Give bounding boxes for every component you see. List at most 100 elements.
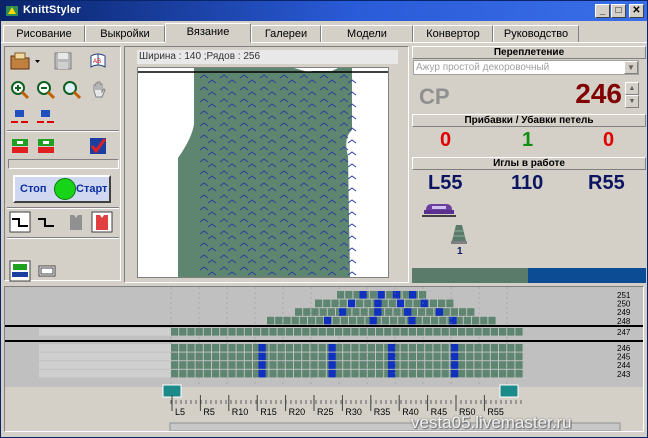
stitch-cell bbox=[294, 344, 302, 352]
stitch-cell bbox=[228, 361, 236, 369]
tab-knitting[interactable]: Вязание bbox=[165, 23, 251, 43]
stitch-cell bbox=[179, 361, 187, 369]
zoom-in-icon[interactable] bbox=[9, 79, 31, 101]
stitch-cell bbox=[179, 352, 187, 361]
stitch-cell bbox=[466, 328, 474, 336]
stitch-cell bbox=[285, 369, 293, 378]
toolbar: AB Стоп Старт bbox=[4, 46, 121, 282]
check-flag-icon[interactable] bbox=[87, 135, 109, 157]
stitch-cell bbox=[398, 316, 406, 325]
stitch-cell bbox=[220, 352, 228, 361]
stitch-cell bbox=[408, 352, 416, 361]
row-down-button[interactable]: ▼ bbox=[625, 95, 639, 108]
stitch-cell bbox=[308, 316, 316, 325]
stitch-cell bbox=[220, 369, 228, 378]
stitch-cell bbox=[364, 299, 372, 308]
stitch-cell bbox=[441, 369, 449, 378]
stitch-cell bbox=[269, 361, 277, 369]
stitch-cell bbox=[433, 369, 441, 378]
stitch-cell bbox=[244, 369, 252, 378]
step-left-icon[interactable] bbox=[9, 211, 31, 233]
stitch-cell bbox=[179, 369, 187, 378]
vest-red-icon[interactable] bbox=[91, 211, 113, 233]
stop-button[interactable]: Стоп bbox=[20, 183, 47, 195]
tab-manual[interactable]: Руководство bbox=[493, 25, 579, 43]
garment-preview[interactable] bbox=[137, 67, 389, 278]
stitch-cell bbox=[352, 308, 360, 316]
progress-slot bbox=[8, 159, 119, 169]
stitch-cell bbox=[302, 369, 310, 378]
shift-left-right-icon[interactable] bbox=[9, 107, 31, 129]
stitch-cell bbox=[376, 328, 384, 336]
stitch-cell bbox=[425, 369, 433, 378]
app-logo-icon bbox=[6, 6, 18, 16]
stitch-cell bbox=[381, 316, 389, 325]
stitch-cell bbox=[335, 361, 343, 369]
stitch-cell bbox=[482, 369, 490, 378]
stitch-cell bbox=[195, 328, 203, 336]
stitch-cell bbox=[472, 316, 480, 325]
shift-right-left-icon[interactable] bbox=[35, 107, 57, 129]
stitch-cell bbox=[499, 369, 507, 378]
ruler-label: R30 bbox=[345, 407, 362, 417]
carriage-right-icon[interactable] bbox=[35, 135, 57, 157]
lace-hole-cell bbox=[392, 291, 400, 299]
stitch-cell bbox=[302, 344, 310, 352]
lace-hole-cell bbox=[388, 369, 396, 378]
stitch-cell bbox=[433, 361, 441, 369]
vest-icon[interactable] bbox=[65, 211, 87, 233]
open-file-icon[interactable] bbox=[9, 50, 43, 72]
stitch-cell bbox=[376, 361, 384, 369]
stitch-cell bbox=[359, 352, 367, 361]
stitch-cell bbox=[318, 344, 326, 352]
stitch-cell bbox=[490, 361, 498, 369]
stitch-cell bbox=[228, 344, 236, 352]
stitch-cell bbox=[179, 344, 187, 352]
zoom-out-icon[interactable] bbox=[35, 79, 57, 101]
tab-galleries[interactable]: Галереи bbox=[251, 25, 321, 43]
machine-icon[interactable] bbox=[9, 260, 31, 282]
hand-pan-icon[interactable] bbox=[88, 79, 110, 101]
stitch-cell bbox=[285, 328, 293, 336]
stitch-cell bbox=[474, 328, 482, 336]
minimize-button[interactable]: _ bbox=[595, 4, 610, 18]
close-button[interactable]: ✕ bbox=[629, 4, 644, 18]
lace-hole-cell bbox=[339, 308, 347, 316]
title-bar[interactable]: KnittStyler _ □ ✕ bbox=[1, 1, 647, 21]
chevron-down-icon[interactable]: ▼ bbox=[624, 61, 638, 74]
carriage-left-icon[interactable] bbox=[9, 135, 31, 157]
stitch-cell bbox=[303, 308, 311, 316]
stitch-cell bbox=[405, 299, 413, 308]
step-right-icon[interactable] bbox=[35, 211, 57, 233]
lace-hole-cell bbox=[328, 369, 336, 378]
print-preview-icon[interactable]: AB bbox=[87, 50, 109, 72]
stitch-cell bbox=[311, 308, 319, 316]
stitch-cell bbox=[441, 361, 449, 369]
lace-hole-cell bbox=[348, 299, 356, 308]
tab-models[interactable]: Модели bbox=[321, 25, 413, 43]
tab-converter[interactable]: Конвертор bbox=[413, 25, 493, 43]
stitch-cell bbox=[515, 369, 523, 378]
lace-hole-cell bbox=[388, 352, 396, 361]
knitting-grid[interactable]: 251 250 249 248 247 246 245 244 243 L5 R5 R10 R15 R20… bbox=[4, 286, 644, 432]
stitch-cell bbox=[400, 328, 408, 336]
stitch-cell bbox=[203, 328, 211, 336]
lace-hole-cell bbox=[388, 344, 396, 352]
stitch-type-select[interactable]: Ажур простой декоровочный bbox=[413, 60, 639, 75]
maximize-button[interactable]: □ bbox=[611, 4, 626, 18]
zoom-fit-icon[interactable] bbox=[61, 79, 83, 101]
stitch-cell bbox=[458, 344, 466, 352]
counter-icon[interactable] bbox=[36, 260, 58, 282]
stitch-cell bbox=[446, 299, 454, 308]
stitch-cell bbox=[466, 361, 474, 369]
save-icon[interactable] bbox=[52, 50, 74, 72]
tab-drawing[interactable]: Рисование bbox=[3, 25, 85, 43]
start-button[interactable]: Старт bbox=[76, 183, 107, 195]
row-up-button[interactable]: ▲ bbox=[625, 82, 639, 95]
stitch-cell bbox=[482, 361, 490, 369]
stitch-cell bbox=[419, 291, 427, 299]
stitch-cell bbox=[431, 316, 439, 325]
tab-patterns[interactable]: Выкройки bbox=[85, 25, 165, 43]
stitch-cell bbox=[402, 291, 410, 299]
stop-start-toggle[interactable]: Стоп Старт bbox=[13, 175, 111, 203]
